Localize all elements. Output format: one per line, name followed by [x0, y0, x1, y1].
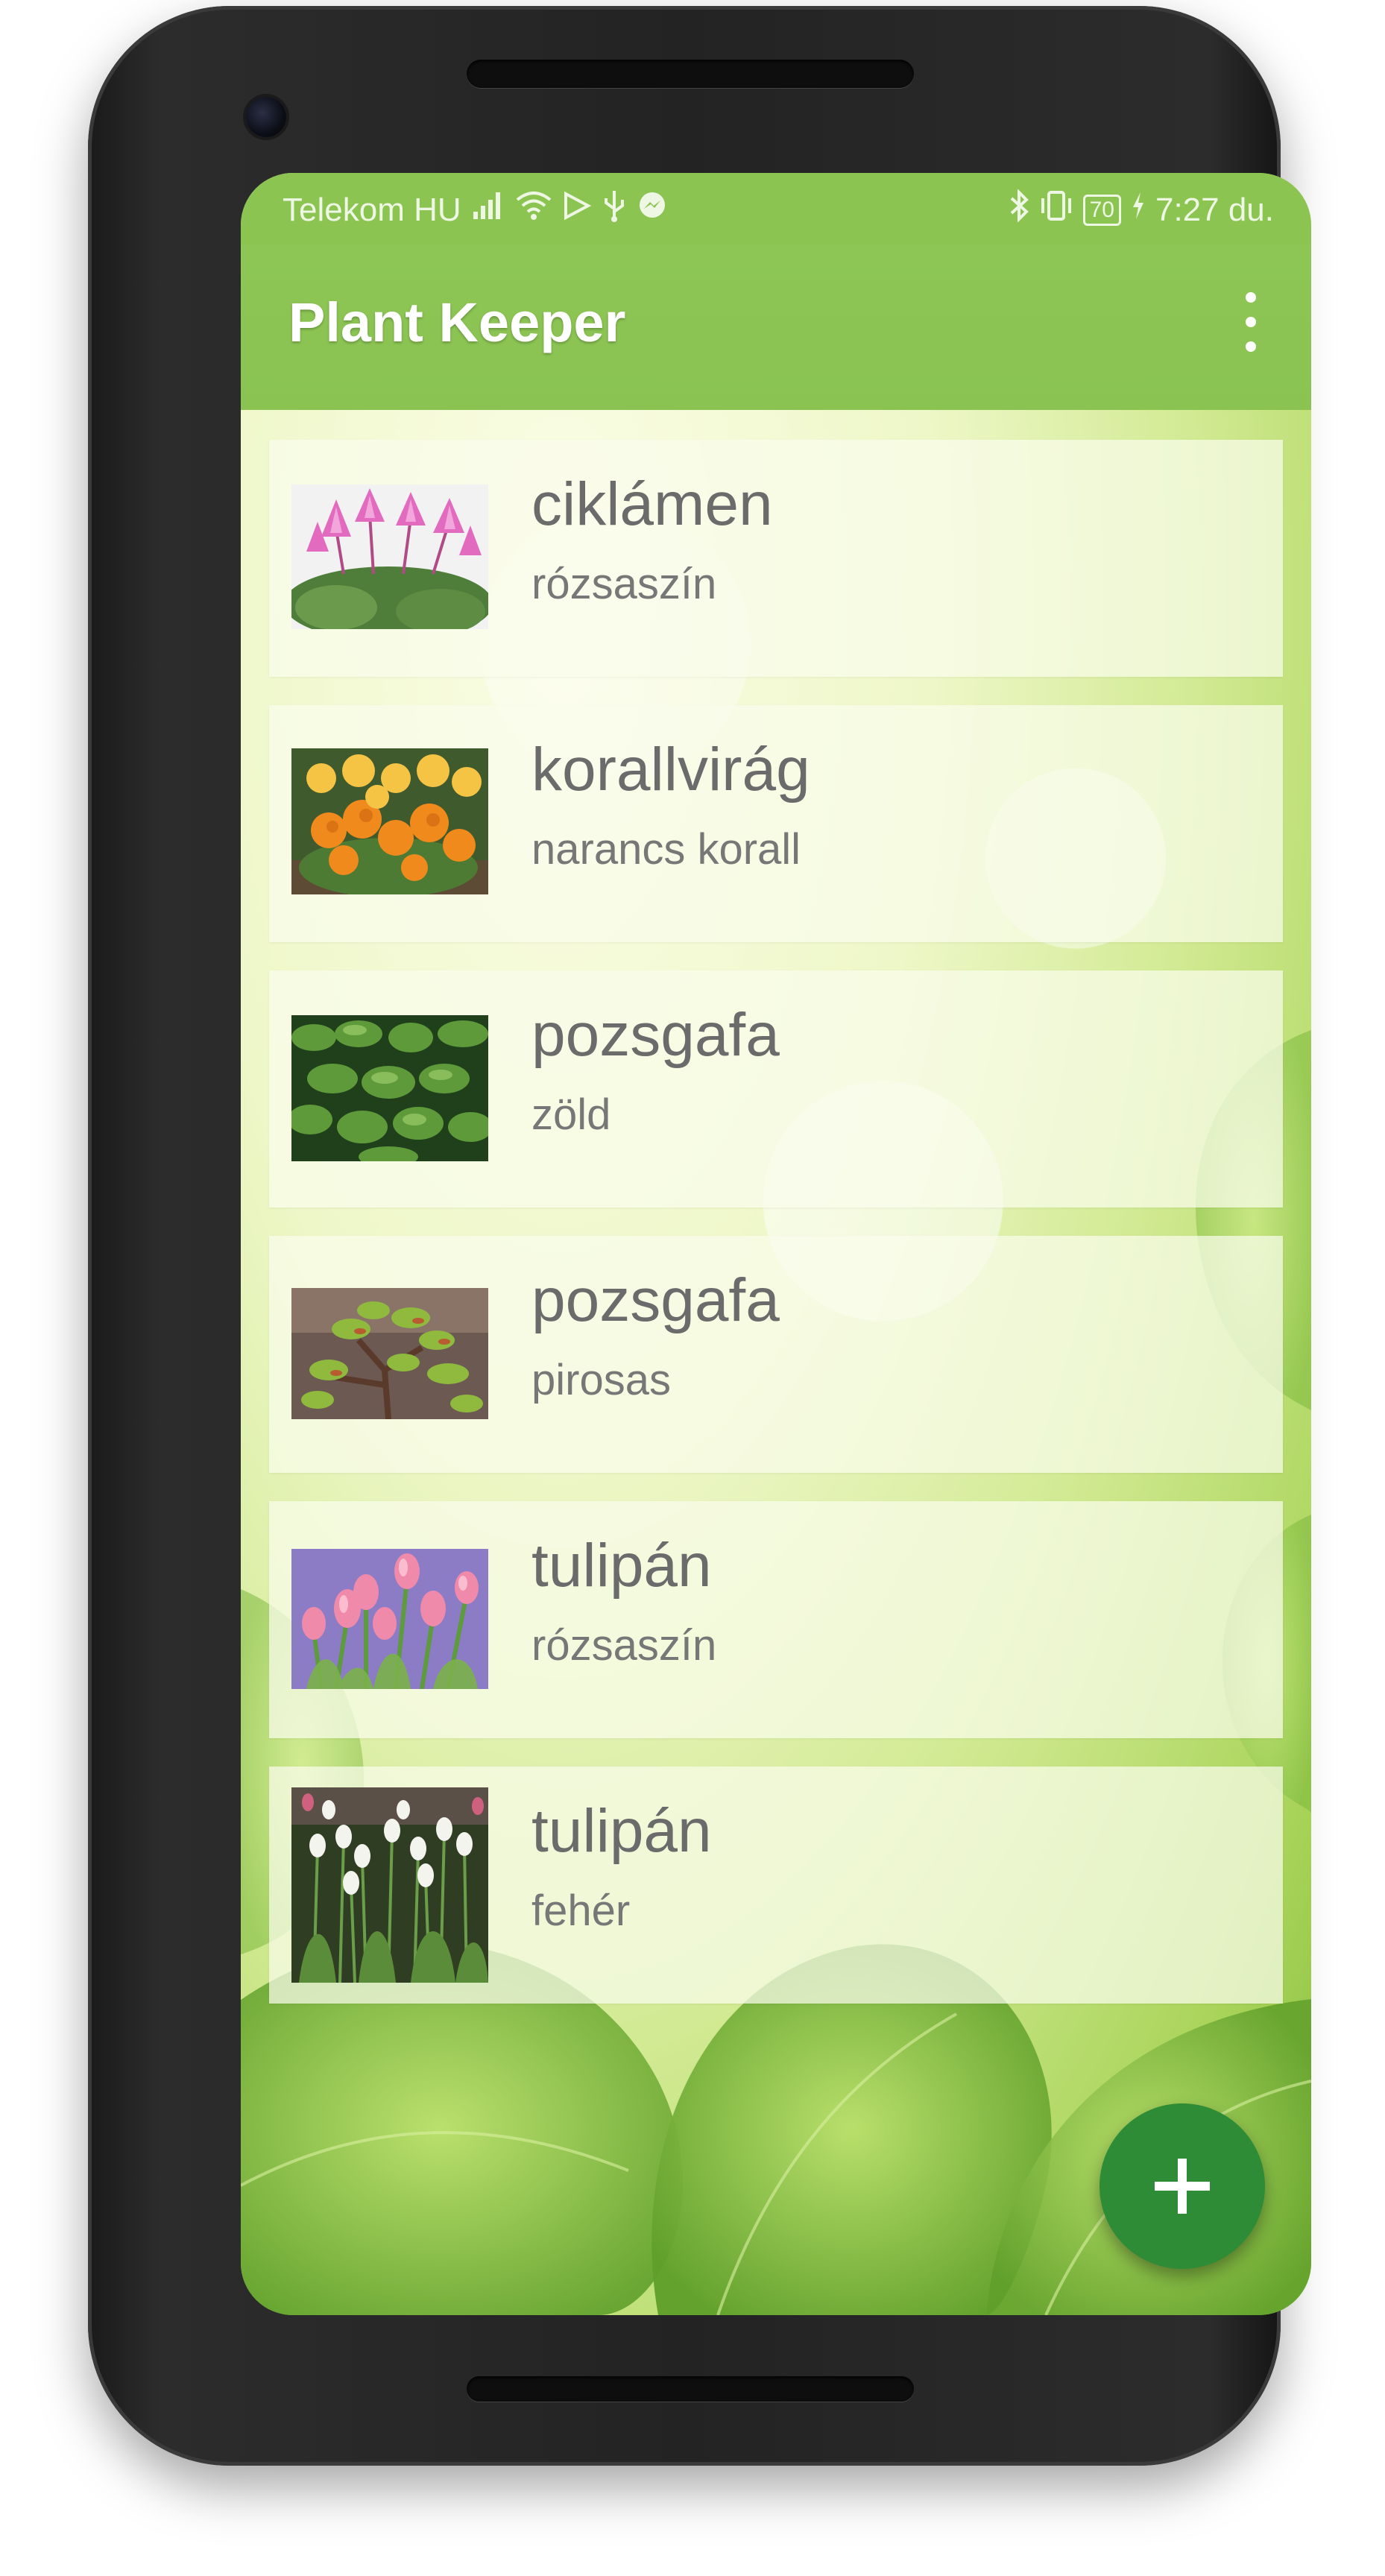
charging-icon — [1130, 191, 1146, 230]
plant-card[interactable]: korallvirág narancs korall — [269, 705, 1283, 942]
plant-name: tulipán — [531, 1532, 712, 1600]
plant-image — [291, 484, 488, 629]
plant-card[interactable]: tulipán fehér — [269, 1767, 1283, 2004]
carrier-label: Telekom HU — [283, 192, 461, 228]
screen: Telekom HU 70 7:27 du. Plant Keeper cikl… — [241, 173, 1311, 2315]
plant-name: ciklámen — [531, 470, 773, 538]
plant-card[interactable]: ciklámen rózsaszín — [269, 440, 1283, 677]
plant-color: rózsaszín — [531, 560, 717, 608]
plant-color: rózsaszín — [531, 1621, 717, 1670]
plant-color: pirosas — [531, 1356, 671, 1404]
plant-card[interactable]: pozsgafa zöld — [269, 970, 1283, 1208]
app-bar: Plant Keeper — [241, 244, 1311, 410]
bottom-speaker — [467, 2376, 914, 2402]
status-bar: Telekom HU 70 7:27 du. — [241, 173, 1311, 244]
plant-color: zöld — [531, 1090, 611, 1139]
play-store-icon — [563, 191, 591, 230]
plant-name: pozsgafa — [531, 1001, 780, 1069]
plant-card[interactable]: tulipán rózsaszín — [269, 1501, 1283, 1738]
more-vert-icon[interactable] — [1240, 292, 1262, 352]
plant-image — [291, 748, 488, 894]
bluetooth-icon — [1009, 189, 1029, 231]
front-camera — [246, 97, 286, 137]
clock: 7:27 du. — [1155, 192, 1274, 228]
plant-image — [291, 1549, 488, 1689]
plant-image — [291, 1787, 488, 1983]
plant-name: pozsgafa — [531, 1266, 780, 1334]
plant-card[interactable]: pozsgafa pirosas — [269, 1236, 1283, 1473]
vibrate-icon — [1038, 189, 1074, 231]
battery-icon: 70 — [1082, 195, 1121, 226]
plus-icon — [1155, 2159, 1210, 2214]
add-plant-button[interactable] — [1100, 2103, 1265, 2269]
plant-image — [291, 1015, 488, 1161]
plant-name: tulipán — [531, 1797, 712, 1865]
earpiece-speaker — [467, 60, 914, 88]
plant-name: korallvirág — [531, 736, 810, 804]
plant-image — [291, 1288, 488, 1419]
signal-icon — [472, 191, 505, 230]
app-title: Plant Keeper — [288, 291, 626, 353]
usb-icon — [602, 189, 627, 231]
messenger-icon — [637, 191, 667, 230]
plant-color: narancs korall — [531, 825, 801, 874]
wifi-icon — [515, 191, 552, 230]
phone-frame: Telekom HU 70 7:27 du. Plant Keeper cikl… — [88, 6, 1311, 2466]
plant-color: fehér — [531, 1887, 631, 1935]
